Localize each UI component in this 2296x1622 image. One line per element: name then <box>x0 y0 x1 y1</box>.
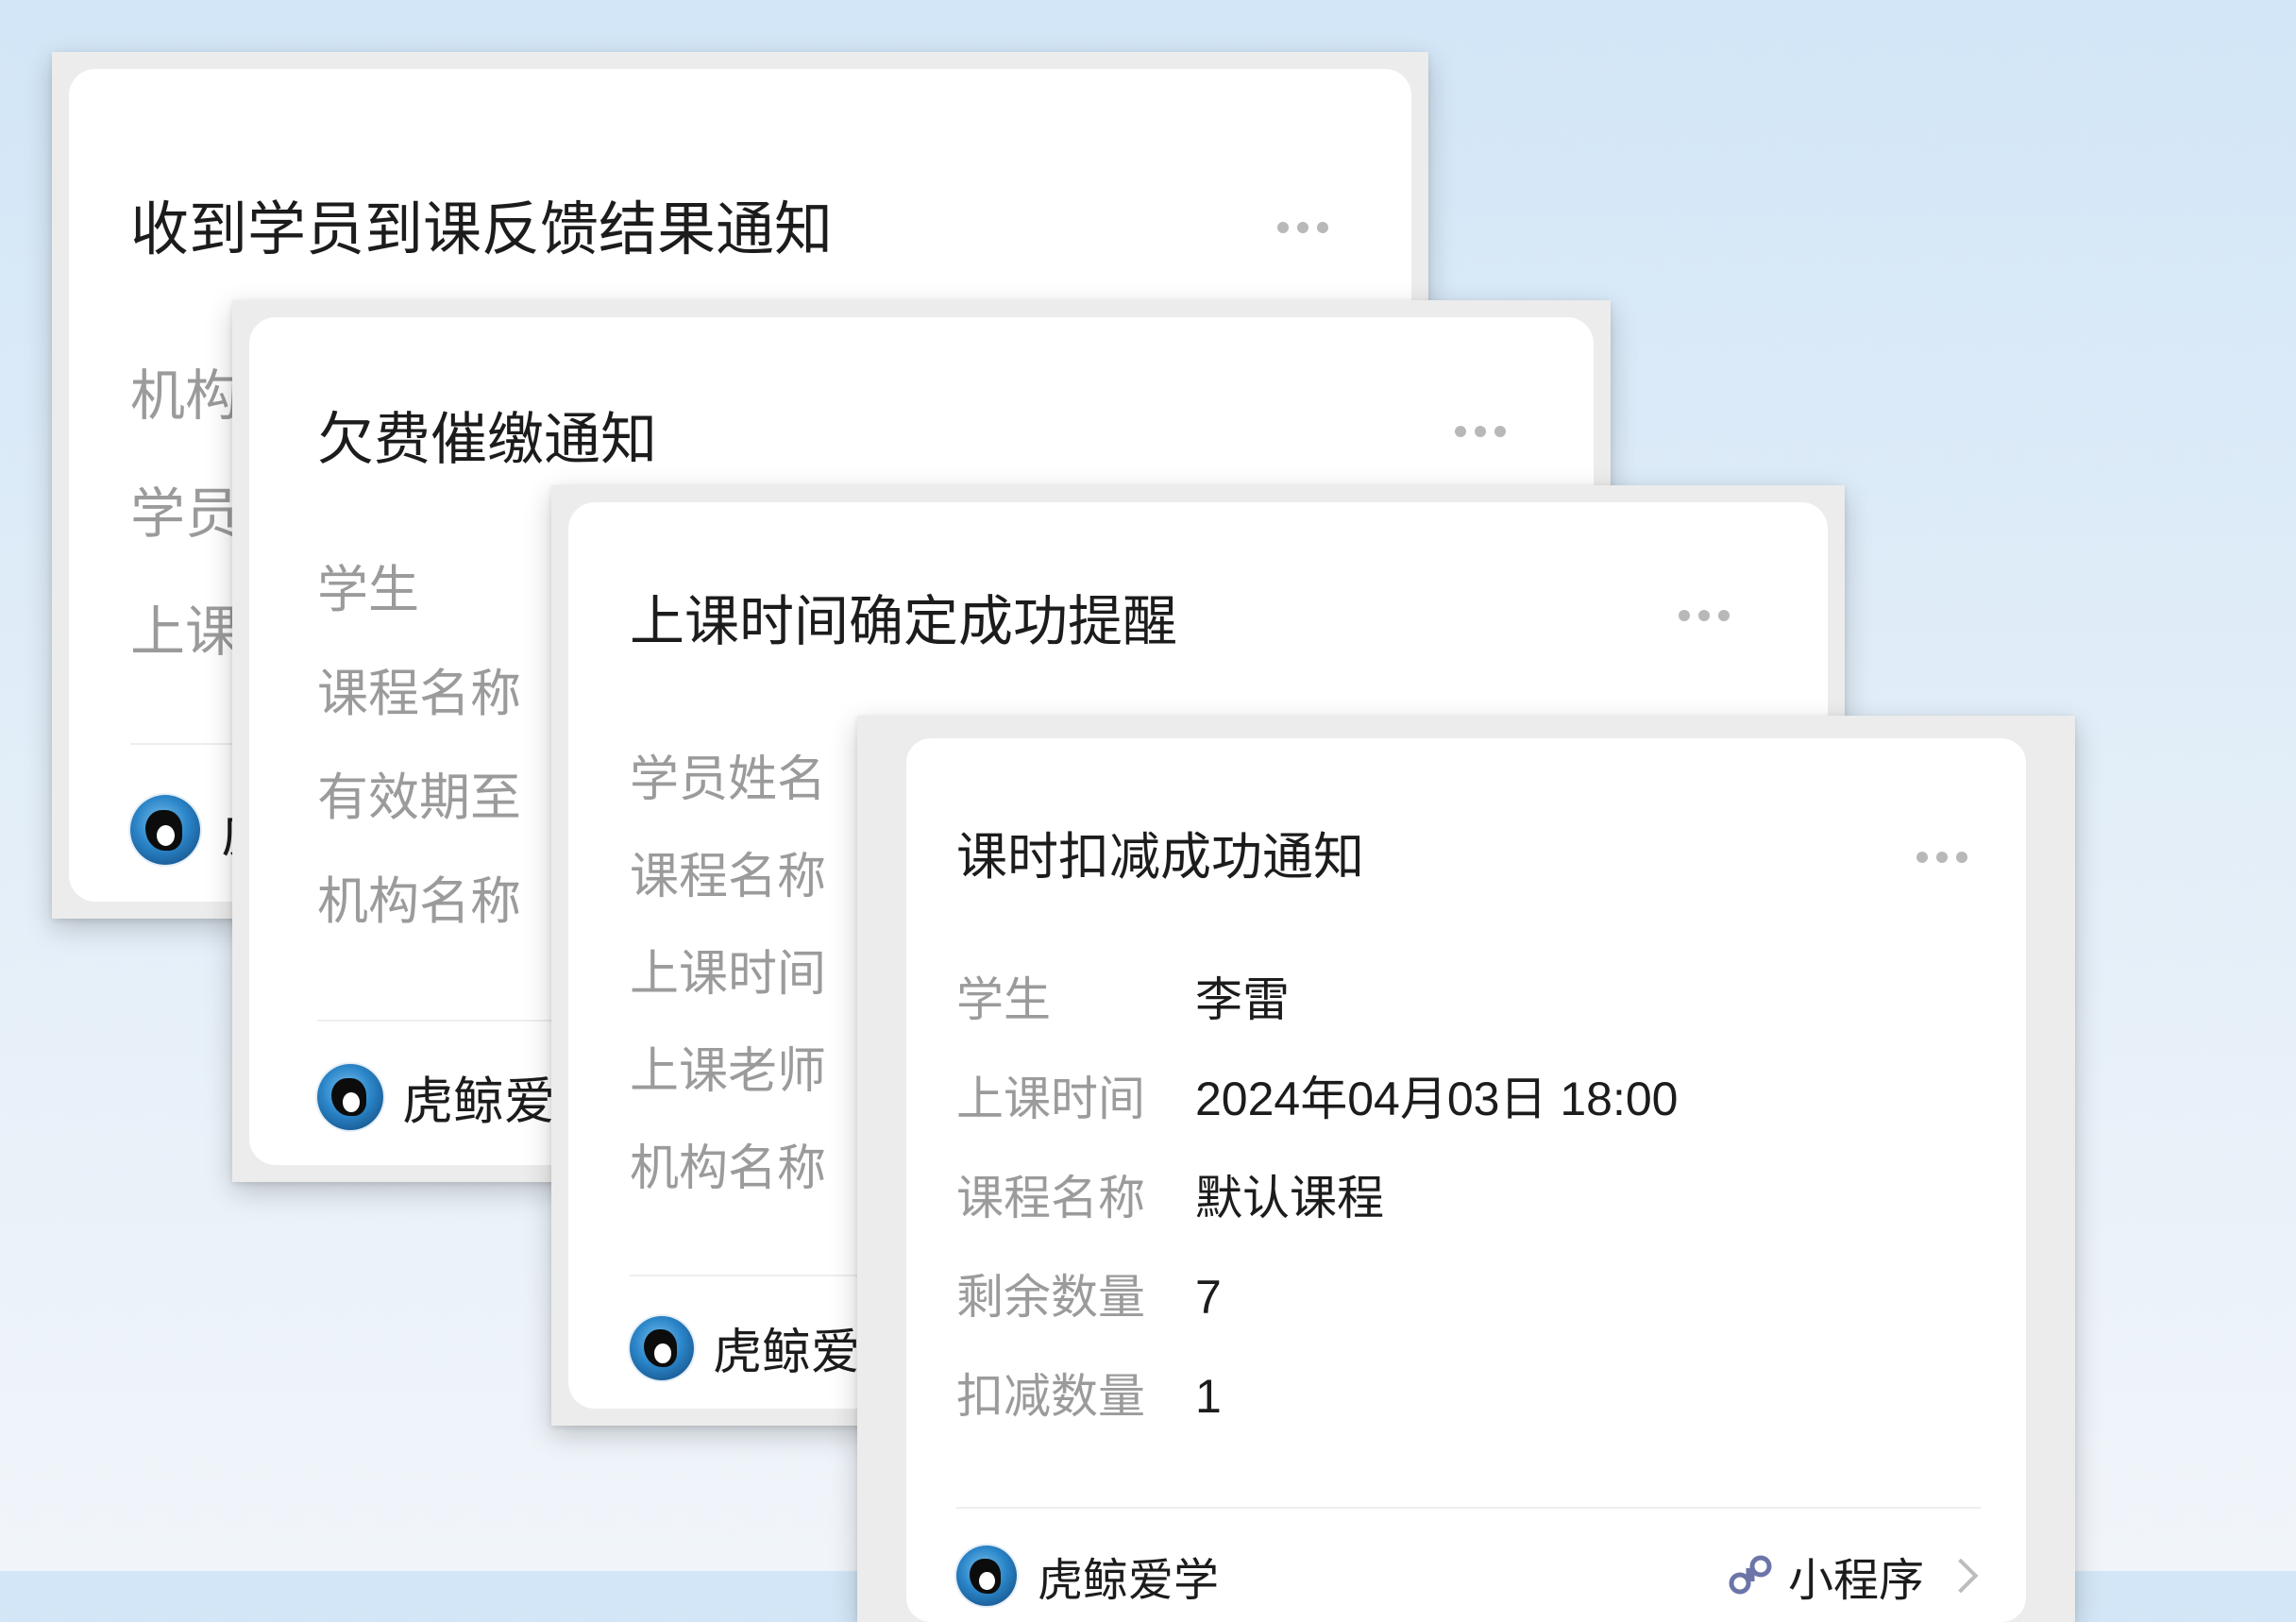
field-value: 默认课程 <box>1195 1172 1384 1225</box>
card-footer[interactable]: 虎鲸爱 <box>317 1059 555 1134</box>
field-label: 课程名称 <box>956 1172 1145 1225</box>
more-dots-icon[interactable] <box>1455 426 1506 437</box>
field-label: 学生 <box>317 562 419 618</box>
footer-divider <box>956 1507 1981 1509</box>
field-value: 2024年04月03日 18:00 <box>1195 1073 1679 1125</box>
field-label: 学生 <box>956 973 1051 1026</box>
orca-logo-avatar <box>630 1315 694 1380</box>
brand-name: 虎鲸爱 <box>402 1073 555 1130</box>
field-value: 1 <box>1195 1370 1222 1423</box>
brand-name: 虎鲸爱学 <box>1038 1556 1220 1606</box>
field-label: 上课 <box>130 601 241 663</box>
field-label: 学员姓名 <box>630 752 827 807</box>
orca-logo-avatar <box>317 1063 383 1130</box>
card-footer[interactable]: 虎鲸爱 <box>630 1312 860 1383</box>
field-label: 上课老师 <box>630 1044 827 1099</box>
field-label: 机构名称 <box>317 873 521 930</box>
field-label: 有效期至 <box>317 769 521 826</box>
orca-logo-avatar <box>130 794 200 865</box>
card-3-title: 上课时间确定成功提醒 <box>630 591 1178 652</box>
field-value: 李雷 <box>1195 973 1290 1026</box>
field-label: 上课时间 <box>956 1073 1145 1125</box>
more-dots-icon[interactable] <box>1277 222 1328 233</box>
field-label: 机构 <box>130 365 241 427</box>
field-label: 课程名称 <box>630 850 827 904</box>
field-label: 学员 <box>130 483 241 545</box>
card-4-title: 课时扣减成功通知 <box>956 829 1364 886</box>
notification-card-4[interactable]: 课时扣减成功通知 学生 李雷 上课时间 2024年04月03日 18:00 课程… <box>857 716 2075 1622</box>
mini-program-label: 小程序 <box>1788 1556 1925 1606</box>
field-label: 机构名称 <box>630 1141 827 1196</box>
card-footer[interactable]: 虎鲸爱学 <box>956 1543 1219 1609</box>
card-1-title: 收到学员到课反馈结果通知 <box>130 197 834 262</box>
chevron-right-icon <box>1943 1558 1979 1594</box>
card-2-title: 欠费催缴通知 <box>317 408 657 471</box>
brand-name: 虎鲸爱 <box>713 1326 861 1380</box>
field-label: 剩余数量 <box>956 1271 1145 1324</box>
field-label: 课程名称 <box>317 666 521 722</box>
more-dots-icon[interactable] <box>1679 610 1730 621</box>
more-dots-icon[interactable] <box>1916 852 1967 863</box>
card-4-body: 课时扣减成功通知 学生 李雷 上课时间 2024年04月03日 18:00 课程… <box>906 738 2026 1622</box>
field-value: 7 <box>1195 1271 1222 1324</box>
orca-logo-avatar <box>956 1546 1017 1606</box>
mini-program-link[interactable]: 小程序 <box>1726 1543 1979 1609</box>
field-label: 扣减数量 <box>956 1370 1145 1423</box>
field-label: 上课时间 <box>630 947 827 1002</box>
mini-program-icon <box>1726 1551 1775 1600</box>
